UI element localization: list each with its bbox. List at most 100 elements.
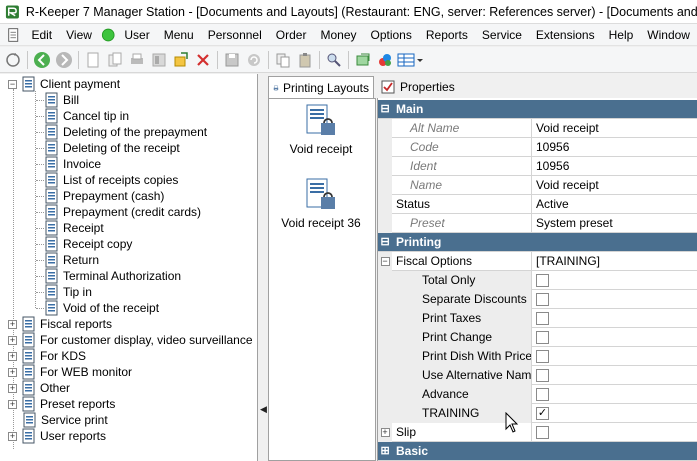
tree-node-child[interactable]: Cancel tip in (44, 108, 129, 124)
tree-node-sibling[interactable]: + For WEB monitor (8, 364, 132, 380)
panel-splitter[interactable]: ◀ (259, 74, 268, 461)
menu-service[interactable]: Service (475, 28, 529, 42)
prop-value[interactable]: System preset (532, 214, 697, 233)
collapse-icon[interactable]: ⊟ (378, 100, 392, 119)
prop-value[interactable] (532, 328, 697, 347)
export-icon[interactable] (170, 49, 192, 71)
tree-node-client-payment[interactable]: − Client payment (8, 76, 120, 92)
tree-node-child[interactable]: Prepayment (credit cards) (44, 204, 201, 220)
collapse-icon[interactable]: ⊟ (378, 233, 392, 252)
color-icon[interactable] (374, 49, 396, 71)
prop-value[interactable] (532, 290, 697, 309)
option-checkbox[interactable] (536, 368, 549, 382)
prop-value[interactable] (532, 271, 697, 290)
menu-view[interactable]: View (59, 28, 99, 42)
prop-preset[interactable]: Preset System preset (378, 213, 697, 233)
prop-fiscal-option[interactable]: Advance (378, 384, 697, 404)
expand-icon[interactable]: + (8, 431, 17, 441)
prop-value[interactable]: 10956 (532, 157, 697, 176)
tree-node-child[interactable]: Receipt copy (44, 236, 132, 252)
menu-edit[interactable]: Edit (24, 28, 59, 42)
menu-reports[interactable]: Reports (419, 28, 475, 42)
prop-fiscal-options[interactable]: − Fiscal Options [TRAINING] (378, 251, 697, 271)
prop-code[interactable]: Code 10956 (378, 137, 697, 157)
collapse-icon[interactable]: − (380, 256, 390, 266)
tree-node-sibling[interactable]: + Preset reports (8, 396, 115, 412)
prop-slip[interactable]: + Slip (378, 422, 697, 442)
menu-money[interactable]: Money (313, 28, 363, 42)
option-checkbox[interactable]: ✓ (536, 406, 549, 420)
tree-node-child[interactable]: Prepayment (cash) (44, 188, 164, 204)
expand-icon[interactable]: + (8, 351, 17, 361)
menu-window[interactable]: Window (640, 28, 697, 42)
tree-node-child[interactable]: Terminal Authorization (44, 268, 181, 284)
menu-personnel[interactable]: Personnel (201, 28, 269, 42)
expand-icon[interactable]: + (8, 319, 17, 329)
tree-node-child[interactable]: Void of the receipt (44, 300, 159, 316)
prop-value[interactable]: ✓ (532, 404, 697, 423)
tree-node-child[interactable]: Return (44, 252, 99, 268)
option-checkbox[interactable] (536, 311, 549, 325)
tree-node-child[interactable]: Tip in (44, 284, 92, 300)
refresh-icon[interactable] (2, 49, 24, 71)
tree-node-sibling[interactable]: + For KDS (8, 348, 86, 364)
expand-icon[interactable]: + (8, 335, 17, 345)
tree-node-child[interactable]: Bill (44, 92, 79, 108)
category-main[interactable]: ⊟ Main (378, 100, 697, 119)
tree-node-child[interactable]: Deleting of the prepayment (44, 124, 207, 140)
documents-tree[interactable]: − Client payment Bill Cancel tip in Deleti… (0, 74, 258, 461)
back-icon[interactable] (31, 49, 53, 71)
option-checkbox[interactable] (536, 273, 549, 287)
option-checkbox[interactable] (536, 349, 549, 363)
category-printing[interactable]: ⊟ Printing (378, 233, 697, 252)
tree-node-sibling[interactable]: + User reports (8, 428, 106, 444)
expand-icon[interactable]: + (380, 427, 390, 437)
prop-fiscal-option[interactable]: Total Only (378, 270, 697, 290)
tree-node-child[interactable]: Receipt (44, 220, 104, 236)
menu-extensions[interactable]: Extensions (529, 28, 602, 42)
menu-options[interactable]: Options (364, 28, 419, 42)
grid-icon[interactable] (396, 49, 426, 71)
prop-value[interactable] (532, 385, 697, 404)
prop-value[interactable]: [TRAINING] (532, 252, 697, 271)
prop-value[interactable] (532, 423, 697, 442)
slip-checkbox[interactable] (536, 425, 549, 439)
prop-value[interactable]: Void receipt (532, 119, 697, 138)
copy-doc-icon[interactable] (104, 49, 126, 71)
expand-icon[interactable]: + (8, 399, 17, 409)
prop-value[interactable] (532, 347, 697, 366)
undo-icon[interactable] (243, 49, 265, 71)
prop-name-field[interactable]: Name Void receipt (378, 175, 697, 195)
prop-value[interactable] (532, 366, 697, 385)
menu-order[interactable]: Order (269, 28, 314, 42)
prop-value[interactable]: Active (532, 195, 697, 214)
tree-node-child[interactable]: Invoice (44, 156, 101, 172)
tree-node-sibling[interactable]: Service print (22, 412, 108, 428)
collapse-icon[interactable]: − (8, 79, 17, 89)
tree-node-sibling[interactable]: + Fiscal reports (8, 316, 112, 332)
prop-fiscal-option[interactable]: Print Change (378, 327, 697, 347)
tab-printing-layouts[interactable]: Printing Layouts (268, 76, 374, 98)
find-icon[interactable] (323, 49, 345, 71)
layout-item[interactable]: Void receipt 36 (271, 177, 371, 230)
category-basic[interactable]: ⊞ Basic (378, 442, 697, 461)
prop-value[interactable] (532, 309, 697, 328)
tree-node-child[interactable]: Deleting of the receipt (44, 140, 180, 156)
prop-value[interactable]: 10956 (532, 138, 697, 157)
prop-value[interactable]: Void receipt (532, 176, 697, 195)
expand-icon[interactable]: ⊞ (378, 442, 392, 461)
collapse-arrow-icon[interactable]: ◀ (260, 404, 267, 415)
forward-icon[interactable] (53, 49, 75, 71)
prop-fiscal-option[interactable]: Use Alternative Names (378, 365, 697, 385)
prop-alt-name[interactable]: Alt Name Void receipt (378, 118, 697, 138)
tab-properties[interactable]: Properties (376, 76, 466, 98)
new-document-icon[interactable] (82, 49, 104, 71)
delete-icon[interactable] (192, 49, 214, 71)
save-icon[interactable] (221, 49, 243, 71)
paste-icon[interactable] (294, 49, 316, 71)
tree-node-child[interactable]: List of receipts copies (44, 172, 178, 188)
prop-fiscal-option[interactable]: Separate Discounts (378, 289, 697, 309)
print-icon[interactable] (126, 49, 148, 71)
prop-status[interactable]: Status Active (378, 194, 697, 214)
layout-item[interactable]: Void receipt (271, 103, 371, 156)
